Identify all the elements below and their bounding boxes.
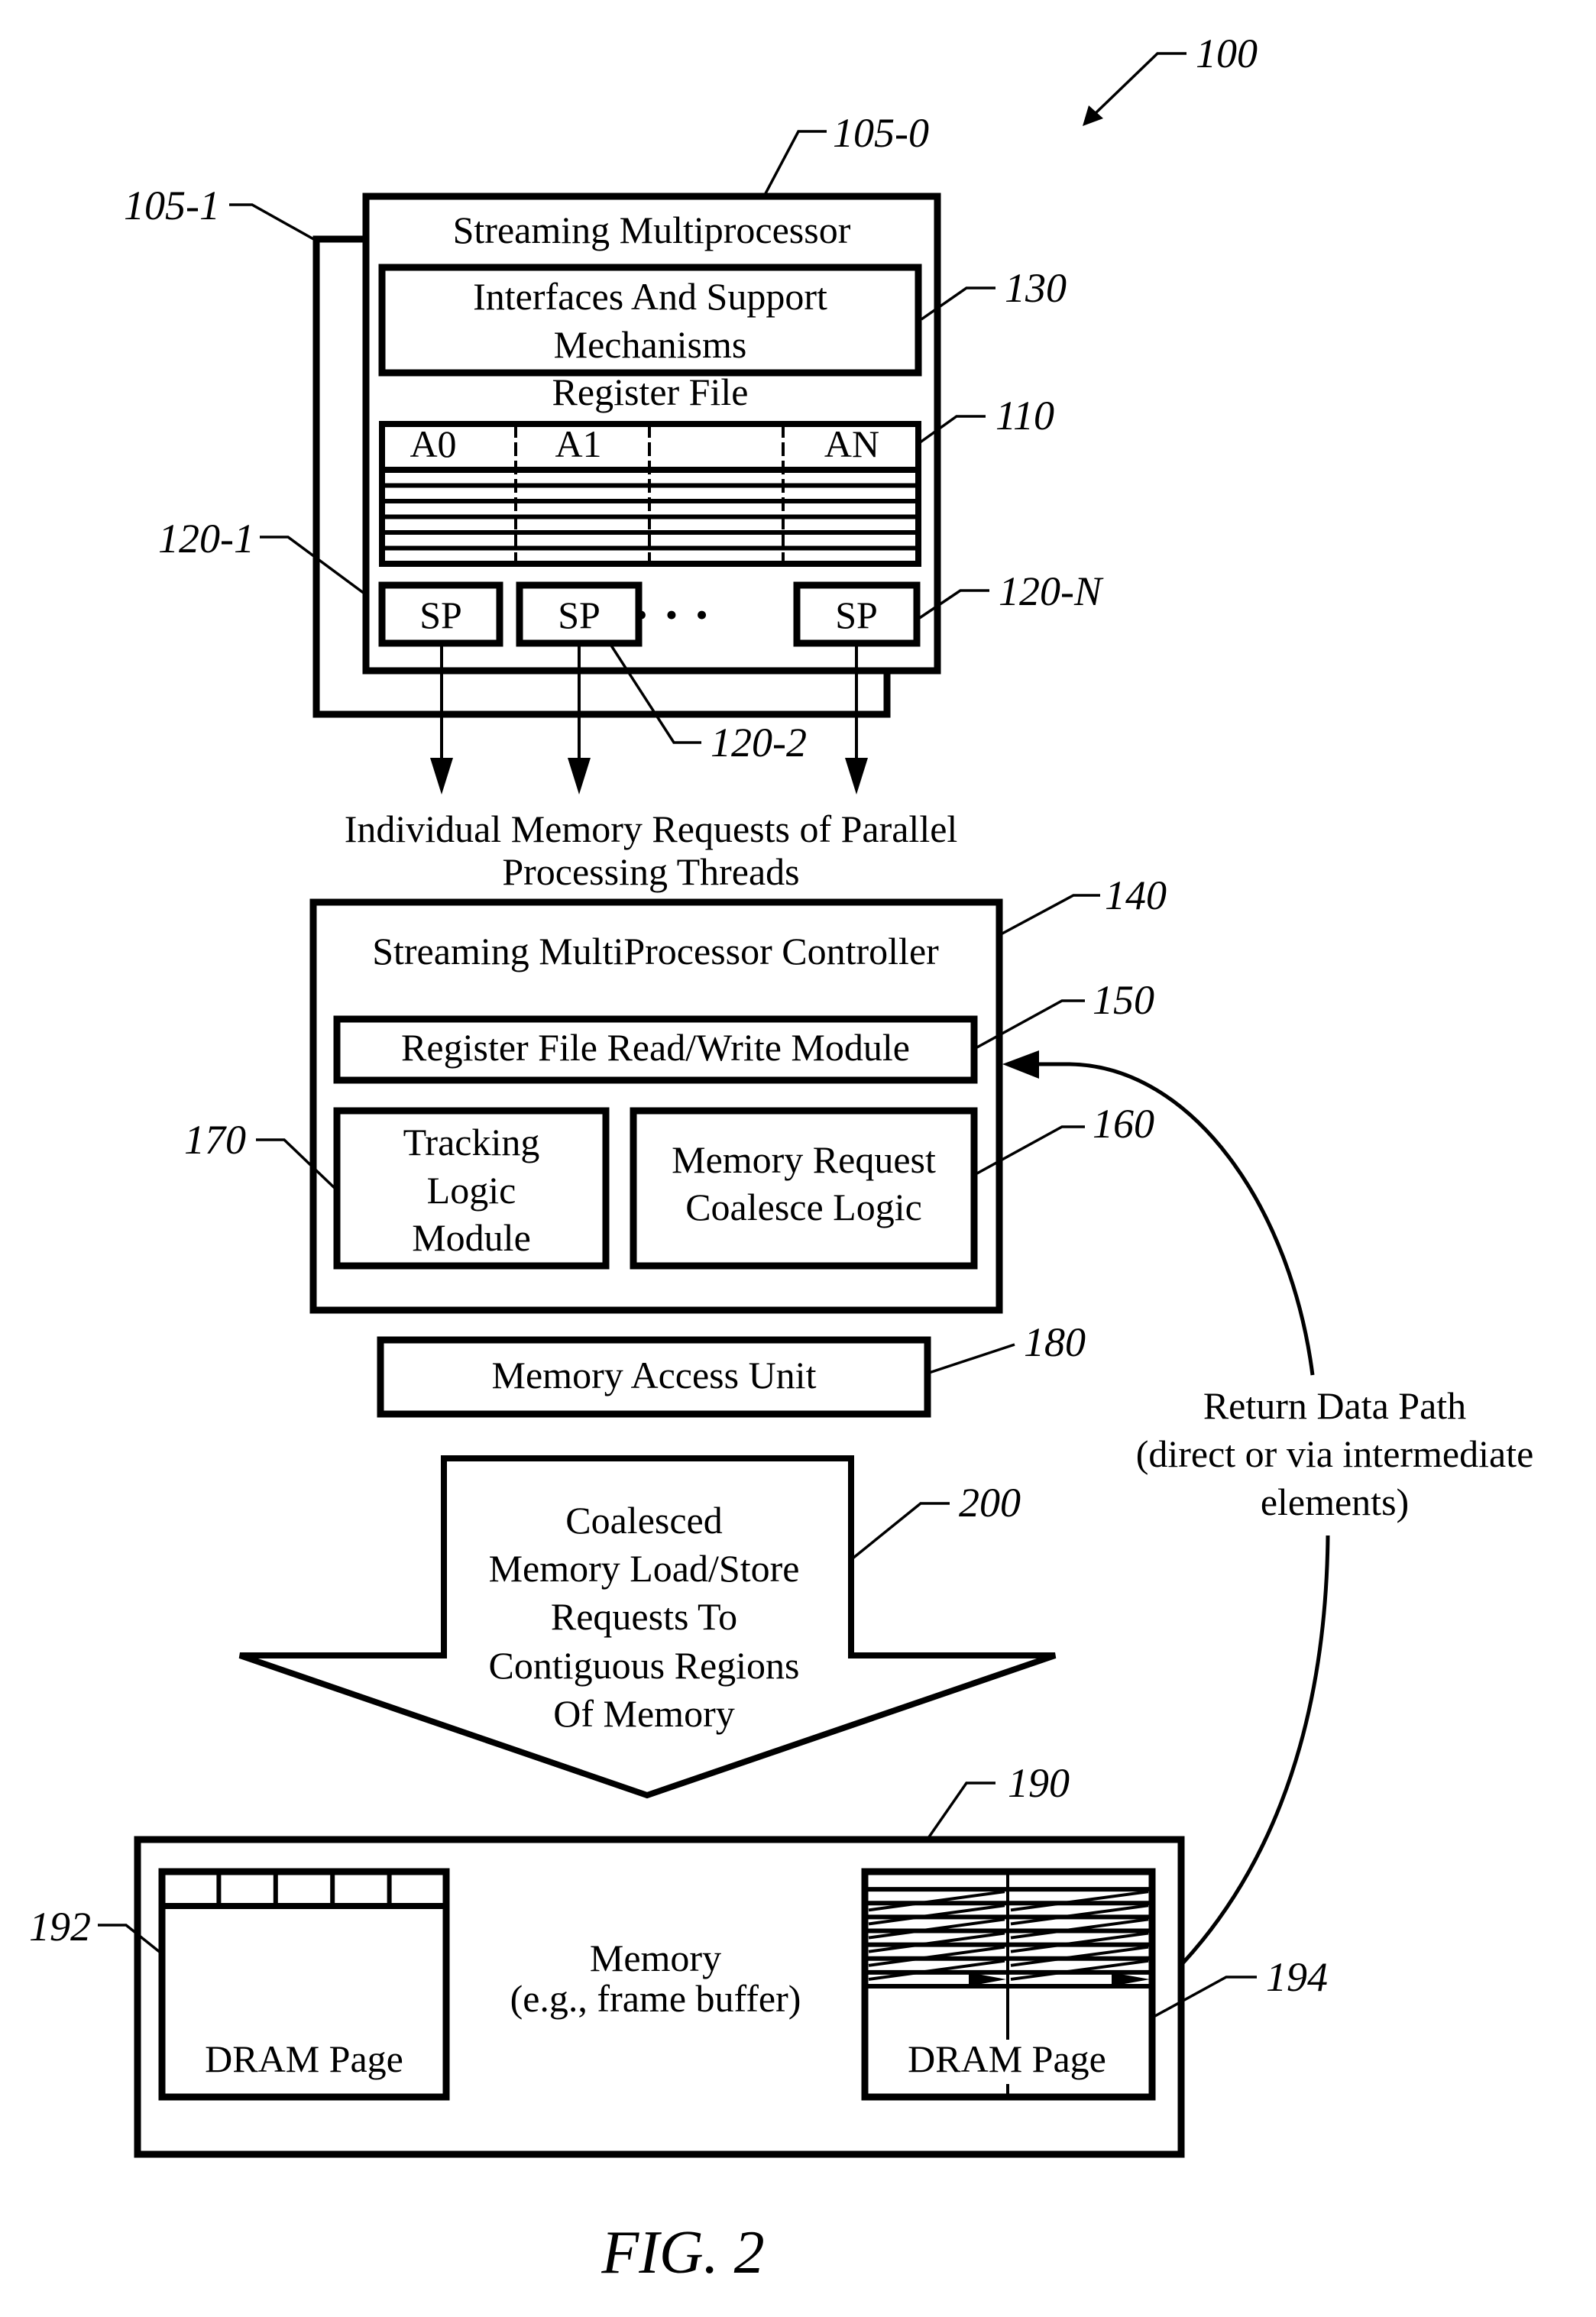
ref-192: 192 bbox=[29, 1904, 91, 1950]
dram-page-right-label: DRAM Page bbox=[908, 2037, 1106, 2080]
ref-150: 150 bbox=[1093, 977, 1154, 1023]
ref-194: 194 bbox=[1266, 1954, 1328, 2000]
register-col-an: AN bbox=[824, 422, 879, 465]
coalesce-line-2: Coalesce Logic bbox=[685, 1186, 922, 1228]
tracking-line-1: Tracking bbox=[403, 1121, 540, 1163]
ref-180: 180 bbox=[1024, 1319, 1086, 1365]
ref-120-1: 120-1 bbox=[158, 516, 254, 561]
ref-120-n: 120-N bbox=[999, 568, 1104, 614]
sp-label-1: SP bbox=[419, 594, 462, 636]
coalesced-line-2: Memory Load/Store bbox=[489, 1547, 800, 1590]
patent-figure: 100 105-1 105-0 Streaming Multiprocessor… bbox=[0, 0, 1596, 2317]
register-col-a0: A0 bbox=[410, 422, 456, 465]
ref-105-1: 105-1 bbox=[124, 183, 220, 228]
controller-title: Streaming MultiProcessor Controller bbox=[372, 930, 939, 972]
coalesced-line-4: Contiguous Regions bbox=[489, 1644, 800, 1687]
ref-100: 100 bbox=[1196, 31, 1258, 76]
sm-title: Streaming Multiprocessor bbox=[453, 209, 851, 251]
ref-110: 110 bbox=[995, 393, 1054, 438]
coalesce-line-1: Memory Request bbox=[672, 1138, 936, 1181]
tracking-line-3: Module bbox=[412, 1216, 531, 1259]
coalesced-line-5: Of Memory bbox=[553, 1692, 734, 1735]
sp-label-2: SP bbox=[558, 594, 601, 636]
ref-190: 190 bbox=[1008, 1760, 1070, 1806]
ref-130: 130 bbox=[1005, 265, 1067, 311]
return-path-line-1: Return Data Path bbox=[1203, 1384, 1466, 1427]
sp-ellipsis: • • • bbox=[635, 595, 712, 634]
tracking-line-2: Logic bbox=[427, 1169, 516, 1212]
return-path-line-2: (direct or via intermediate bbox=[1136, 1432, 1534, 1475]
return-path-line-3: elements) bbox=[1261, 1480, 1409, 1523]
register-file-title: Register File bbox=[552, 371, 749, 413]
dram-page-left-label: DRAM Page bbox=[205, 2037, 403, 2080]
memory-line-2: (e.g., frame buffer) bbox=[510, 1977, 801, 2020]
memory-access-unit-label: Memory Access Unit bbox=[492, 1354, 817, 1396]
sp-label-n: SP bbox=[835, 594, 878, 636]
ref-120-2: 120-2 bbox=[711, 720, 807, 765]
ref-160: 160 bbox=[1093, 1101, 1154, 1147]
ref-105-0: 105-0 bbox=[833, 110, 929, 156]
requests-caption-line-1: Individual Memory Requests of Parallel bbox=[345, 807, 958, 850]
rw-module-label: Register File Read/Write Module bbox=[401, 1026, 910, 1069]
memory-line-1: Memory bbox=[590, 1937, 721, 1979]
coalesced-line-1: Coalesced bbox=[565, 1499, 722, 1542]
interfaces-line-2: Mechanisms bbox=[554, 323, 747, 366]
ref-170: 170 bbox=[184, 1117, 246, 1163]
requests-caption-line-2: Processing Threads bbox=[502, 850, 799, 893]
register-col-a1: A1 bbox=[555, 422, 601, 465]
coalesced-line-3: Requests To bbox=[551, 1595, 737, 1638]
interfaces-line-1: Interfaces And Support bbox=[473, 275, 827, 318]
figure-caption: FIG. 2 bbox=[601, 2219, 764, 2286]
ref-140: 140 bbox=[1105, 872, 1167, 918]
ref-200: 200 bbox=[959, 1480, 1021, 1526]
